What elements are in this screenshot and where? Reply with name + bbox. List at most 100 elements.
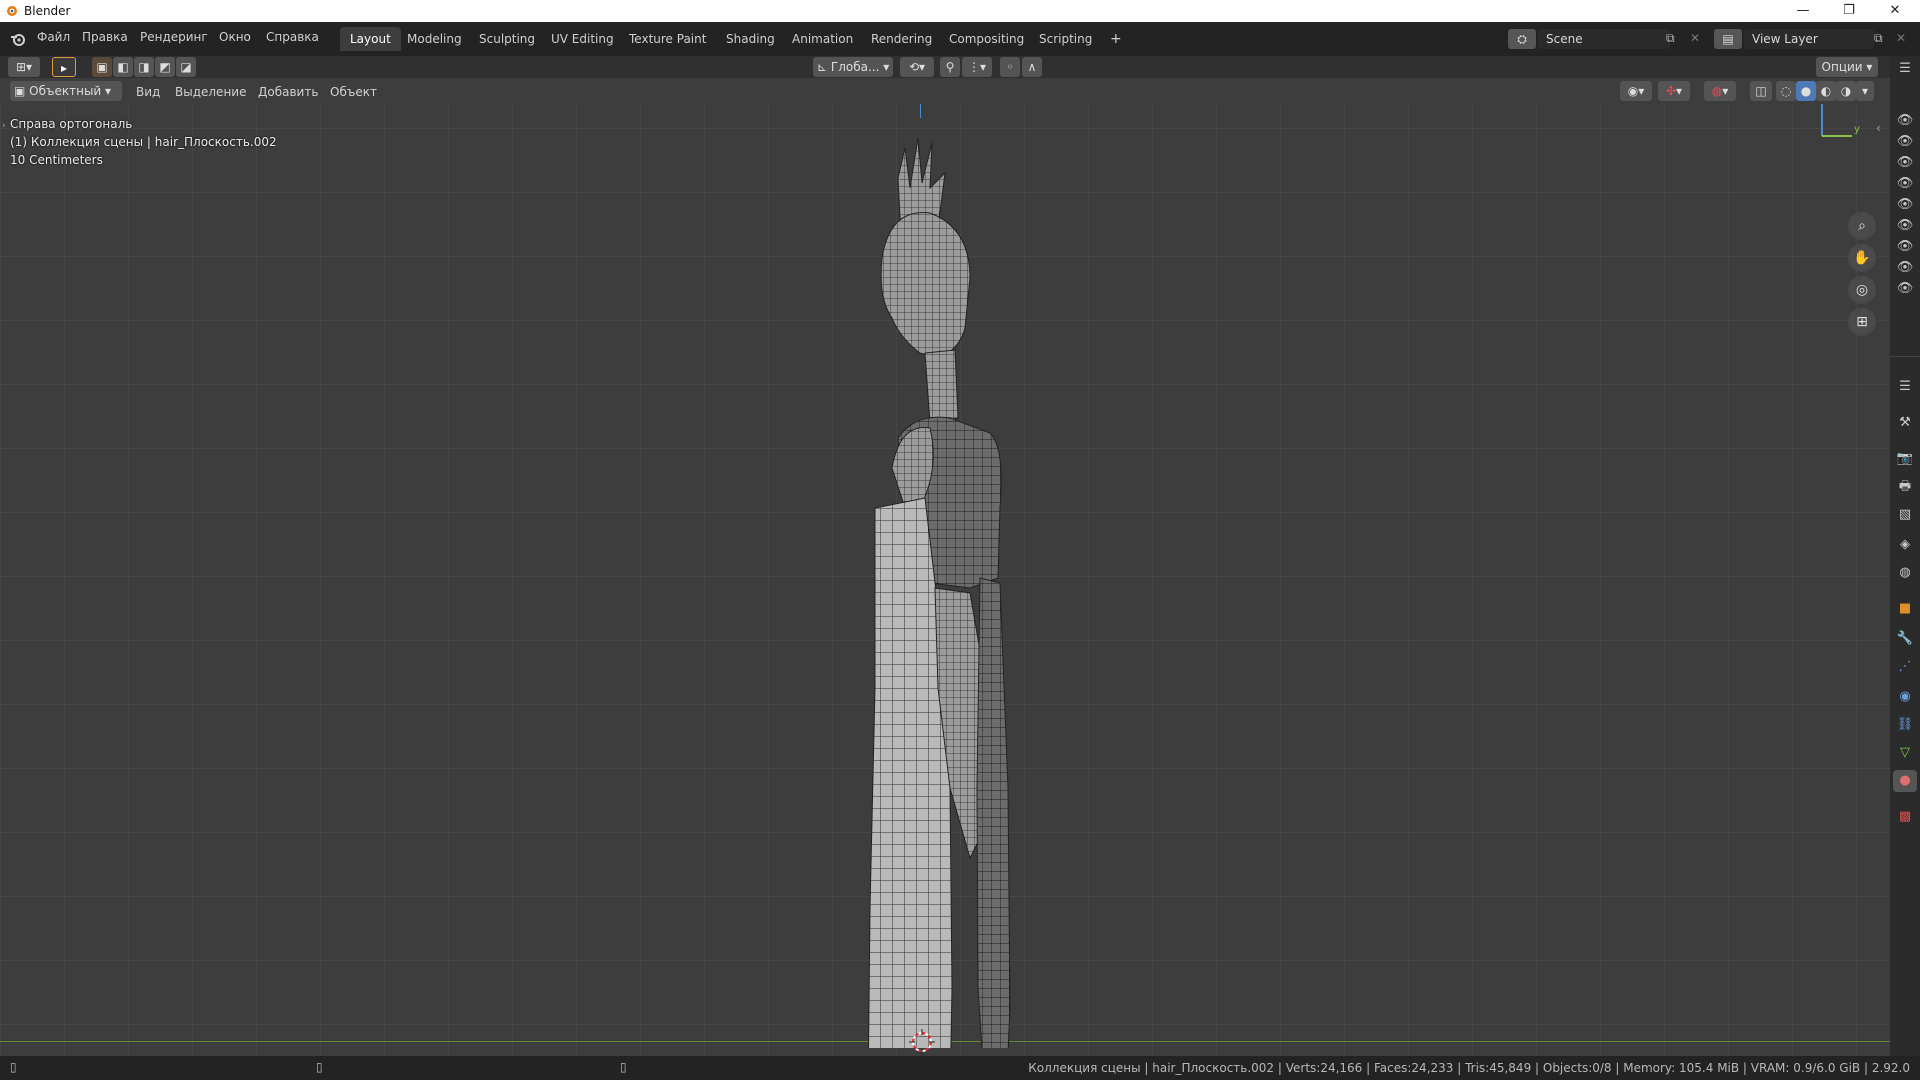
menu-select[interactable]: Выделение [175,85,246,99]
visibility-eye-icon[interactable]: 👁 [1893,152,1917,174]
texture-properties-icon[interactable]: ▩ [1893,806,1917,828]
sidebar-toggle-icon[interactable]: › [2,121,6,131]
zoom-icon[interactable]: ⌕ [1848,212,1876,240]
3d-cursor-icon[interactable] [909,1029,935,1055]
mode-label: Объектный [29,84,102,98]
particles-properties-icon[interactable]: ⋰ [1893,656,1917,678]
scene-properties-icon[interactable]: ◈ [1893,534,1917,556]
scene-selector-icon[interactable]: ⛭ [1508,29,1536,49]
tab-scripting[interactable]: Scripting [1029,27,1102,51]
3d-viewport[interactable]: y ⌕ ✋ ◎ ⊞ Справа ортогональ (1) Коллекци… [0,78,1890,1056]
model-wireframe[interactable] [820,88,1040,1048]
visibility-eye-icon[interactable]: 👁 [1893,257,1917,279]
menu-window[interactable]: Окно [219,30,251,44]
properties-editor-icon[interactable]: ☰ [1893,376,1917,398]
n-panel-toggle-icon[interactable]: ‹ [1876,121,1881,135]
visibility-eye-icon[interactable]: 👁 [1893,236,1917,258]
wireframe-shading-icon[interactable]: ◌ [1776,81,1796,101]
world-properties-icon[interactable]: ◍ [1893,562,1917,584]
view-layer-properties-icon[interactable]: ▧ [1893,504,1917,526]
restore-button[interactable]: ❐ [1826,0,1872,22]
visibility-eye-icon[interactable]: 👁 [1893,215,1917,237]
tab-layout[interactable]: Layout [340,27,401,51]
chevron-down-icon: ▾ [101,84,112,98]
visibility-eye-icon[interactable]: 👁 [1893,131,1917,153]
view-name-label: Справа ортогональ [10,117,133,131]
shading-options-icon[interactable]: ▾ [1856,81,1874,101]
add-workspace-button[interactable]: + [1100,27,1132,51]
minimize-button[interactable]: — [1780,0,1826,22]
mouse-right-icon: ▯ [620,1060,627,1074]
tab-rendering[interactable]: Rendering [861,27,942,51]
gizmo-toggle-icon[interactable]: ✣▾ [1658,81,1690,101]
menu-object[interactable]: Объект [330,85,377,99]
new-scene-icon[interactable]: ⧉ [1666,31,1675,46]
delete-scene-icon[interactable]: ✕ [1690,31,1700,45]
properties-editor-icon[interactable]: ☰ [1893,58,1917,80]
select-subtract-icon[interactable]: ◨ [134,57,154,77]
options-dropdown[interactable]: Опции ▾ [1816,57,1878,77]
output-properties-icon[interactable]: 🖶 [1893,476,1917,498]
tab-uv-editing[interactable]: UV Editing [541,27,624,51]
visibility-eye-icon[interactable]: 👁 [1893,194,1917,216]
menu-help[interactable]: Справка [266,30,319,44]
blender-logo-icon [7,6,17,16]
constraints-properties-icon[interactable]: ⛓ [1893,714,1917,736]
select-intersect-icon[interactable]: ◪ [176,57,196,77]
data-properties-icon[interactable]: ▽ [1893,742,1917,764]
collection-info-label: (1) Коллекция сцены | hair_Плоскость.002 [10,135,277,149]
object-properties-icon[interactable]: ■ [1893,598,1917,620]
divider [1890,356,1920,357]
visibility-eye-icon[interactable]: 👁 [1893,278,1917,300]
tab-sculpting[interactable]: Sculpting [469,27,545,51]
tool-settings-icon[interactable]: ⚒ [1893,412,1917,434]
delete-view-layer-icon[interactable]: ✕ [1896,31,1906,45]
navigation-gizmo[interactable]: y [1810,96,1860,156]
pan-hand-icon[interactable]: ✋ [1848,244,1876,272]
status-bar: ▯ ▯ ▯ Коллекция сцены | hair_Плоскость.0… [0,1056,1920,1080]
falloff-icon[interactable]: ∧ [1022,57,1042,77]
tab-modeling[interactable]: Modeling [397,27,472,51]
visibility-eye-icon[interactable]: 👁 [1893,173,1917,195]
view-layer-name-field[interactable]: View Layer [1744,29,1874,49]
new-view-layer-icon[interactable]: ⧉ [1874,31,1883,46]
proportional-edit-icon[interactable]: ◦ [1000,57,1020,77]
tab-texture-paint[interactable]: Texture Paint [619,27,716,51]
menu-view[interactable]: Вид [136,85,160,99]
camera-view-icon[interactable]: ◎ [1848,276,1876,304]
select-tool-icon[interactable]: ▸ [52,57,76,77]
visibility-filter-icon[interactable]: ◉▾ [1620,81,1652,101]
material-shading-icon[interactable]: ◐ [1816,81,1836,101]
render-properties-icon[interactable]: 📷 [1893,448,1917,470]
select-new-icon[interactable]: ▣ [92,57,112,77]
snap-toggle-icon[interactable]: ⚲ [940,57,960,77]
xray-toggle-icon[interactable]: ◫ [1750,81,1772,101]
tab-shading[interactable]: Shading [716,27,785,51]
select-invert-icon[interactable]: ◩ [155,57,175,77]
visibility-eye-icon[interactable]: 👁 [1893,110,1917,132]
material-properties-icon[interactable]: ● [1893,770,1917,792]
menu-render[interactable]: Рендеринг [140,30,208,44]
ortho-grid-icon[interactable]: ⊞ [1848,308,1876,336]
tab-compositing[interactable]: Compositing [939,27,1034,51]
close-button[interactable]: ✕ [1872,0,1918,22]
blender-menu-icon[interactable] [10,31,26,47]
menu-edit[interactable]: Правка [82,30,128,44]
modifier-properties-icon[interactable]: 🔧 [1893,628,1917,650]
transform-orientation-dropdown[interactable]: ⊾ Глоба... ▾ [813,57,893,77]
view-layer-selector-icon[interactable]: ▤ [1714,29,1742,49]
select-extend-icon[interactable]: ◧ [113,57,133,77]
rendered-shading-icon[interactable]: ◑ [1836,81,1856,101]
tab-animation[interactable]: Animation [782,27,863,51]
overlays-toggle-icon[interactable]: ◍▾ [1704,81,1736,101]
solid-shading-icon[interactable]: ● [1796,81,1816,101]
pivot-point-button[interactable]: ⟲▾ [900,57,934,77]
mode-dropdown[interactable]: ▣ Объектный ▾ [10,81,122,101]
menu-add[interactable]: Добавить [258,85,318,99]
menu-file[interactable]: Файл [37,30,70,44]
scene-name-field[interactable]: Scene [1538,29,1670,49]
editor-type-button[interactable]: ⊞▾ [8,57,40,77]
physics-properties-icon[interactable]: ◉ [1893,686,1917,708]
object-mode-icon: ▣ [14,84,30,98]
snap-target-button[interactable]: ⋮▾ [962,57,992,77]
